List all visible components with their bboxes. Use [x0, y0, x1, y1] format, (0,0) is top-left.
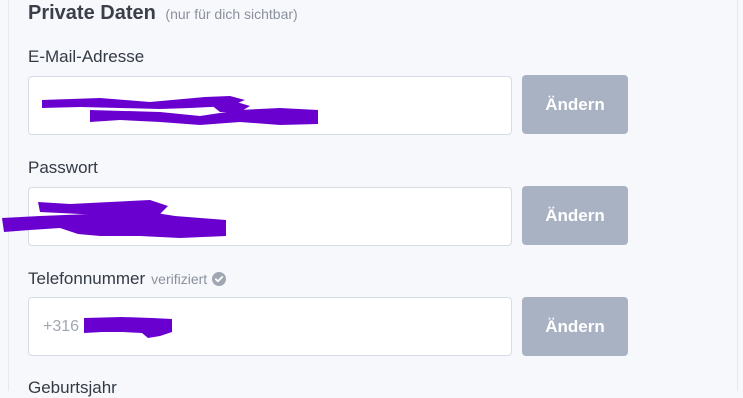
email-field[interactable]	[28, 76, 512, 135]
section-title: Private Daten (nur für dich sichtbar)	[28, 2, 298, 25]
section-title-text: Private Daten	[28, 2, 156, 24]
check-circle-icon	[212, 272, 227, 286]
phone-verified-status: verifiziert	[151, 271, 208, 287]
left-divider	[8, 0, 9, 391]
email-change-button-label: Ändern	[545, 94, 605, 114]
phone-field-value: +316	[43, 317, 80, 335]
phone-label-text: Telefonnummer	[28, 269, 146, 288]
right-divider	[737, 0, 738, 391]
birthyear-label: Geburtsjahr	[28, 378, 117, 398]
password-label: Passwort	[28, 158, 98, 178]
phone-field[interactable]: +316	[28, 297, 512, 356]
password-change-button[interactable]: Ändern	[522, 186, 628, 245]
birthyear-label-text: Geburtsjahr	[28, 378, 117, 397]
email-label-text: E-Mail-Adresse	[28, 47, 145, 66]
email-change-button[interactable]: Ändern	[522, 75, 628, 134]
email-label: E-Mail-Adresse	[28, 47, 144, 67]
phone-label: Telefonnummer verifiziert	[28, 269, 227, 289]
phone-change-button[interactable]: Ändern	[522, 297, 628, 356]
section-visibility-note: (nur für dich sichtbar)	[165, 6, 298, 22]
password-field[interactable]	[28, 187, 512, 246]
password-label-text: Passwort	[28, 158, 98, 177]
phone-change-button-label: Ändern	[545, 316, 605, 336]
password-change-button-label: Ändern	[545, 205, 605, 225]
